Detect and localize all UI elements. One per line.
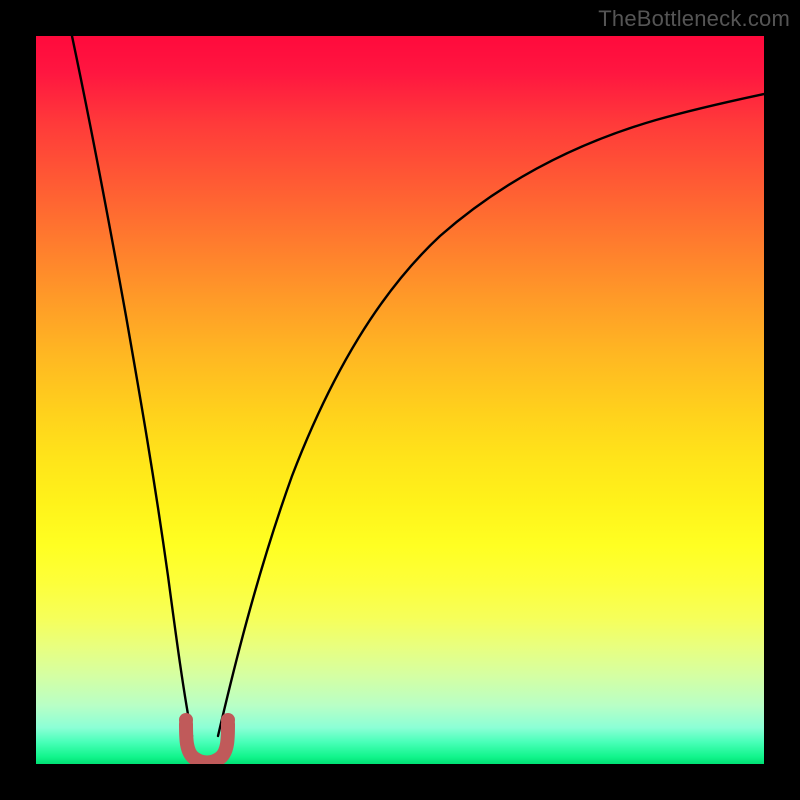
curve-right-branch [218,94,764,736]
plot-area [36,36,764,764]
minimum-marker-dot-left [179,713,193,727]
minimum-marker-icon [186,724,228,763]
curve-left-branch [72,36,192,736]
chart-frame: TheBottleneck.com [0,0,800,800]
watermark-text: TheBottleneck.com [598,6,790,32]
curve-layer [36,36,764,764]
minimum-marker-dot-right [221,713,235,727]
